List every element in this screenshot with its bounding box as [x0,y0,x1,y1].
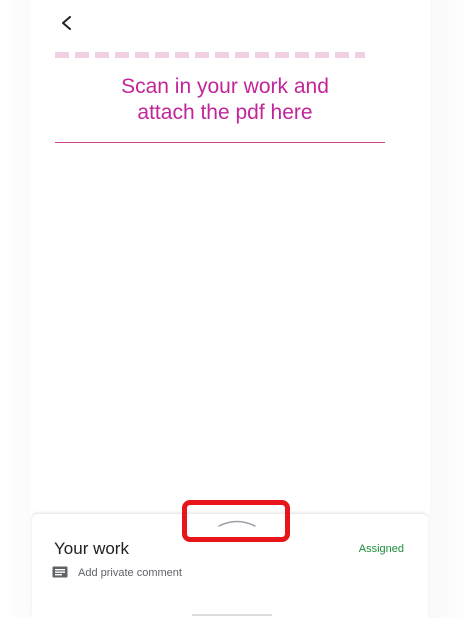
expand-sheet-button[interactable] [182,500,290,542]
callout-text: Scan in your work and attach the pdf her… [55,74,395,126]
status-badge: Assigned [358,543,404,555]
your-work-sheet: Your work Assigned Add private comment [32,500,428,618]
callout-line-1: Scan in your work and [121,75,329,98]
your-work-title: Your work [54,539,129,558]
back-button[interactable] [56,12,78,34]
right-gutter [430,0,476,618]
chevron-up-icon [218,520,256,527]
left-gutter [0,0,30,618]
home-indicator [192,614,272,616]
chevron-left-icon [62,16,71,30]
instruction-callout: Scan in your work and attach the pdf her… [55,58,385,143]
callout-line-2: attach the pdf here [137,101,313,124]
comment-icon [52,566,68,580]
add-private-comment-label: Add private comment [78,567,182,579]
add-private-comment-button[interactable]: Add private comment [52,566,182,580]
